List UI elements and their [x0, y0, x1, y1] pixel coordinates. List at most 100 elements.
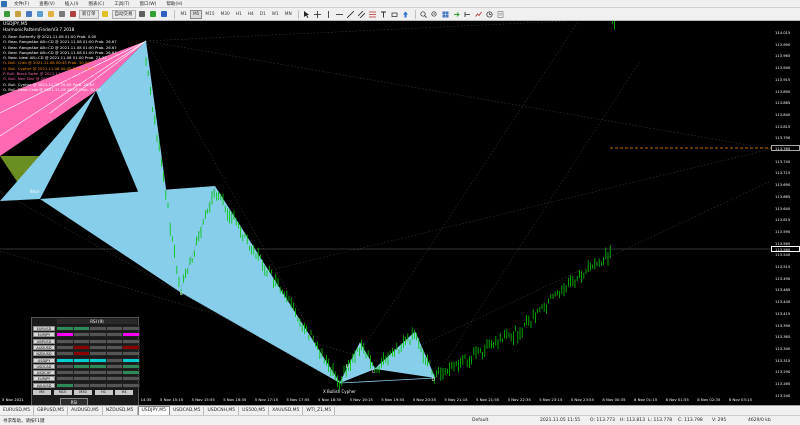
candle-chart-icon[interactable] — [149, 10, 158, 19]
status-low: L: 113.778 — [648, 418, 673, 423]
menu-charts[interactable]: 图表(C) — [84, 1, 110, 7]
chart-window[interactable]: USDJPY,M5 HarmonicPatternFinderV3 7 2018… — [0, 21, 800, 411]
rsi-symbol-label[interactable]: EURJPY — [33, 332, 55, 338]
chart-tab[interactable]: GBPUSD,M5 — [34, 407, 69, 415]
timeframe-m5[interactable]: M5 — [189, 9, 203, 19]
line-chart-icon[interactable] — [160, 10, 169, 19]
rsi-symbol-label[interactable]: USDCAD — [33, 363, 55, 369]
price-label: 113.965 — [775, 54, 791, 59]
chart-tab[interactable]: XAUUSD,M5 — [269, 407, 304, 415]
strategy-tester-icon[interactable] — [68, 10, 77, 19]
rsi-symbol-label[interactable]: USDCHF — [33, 370, 55, 376]
autoscroll-icon[interactable] — [452, 10, 461, 19]
terminal-icon[interactable] — [57, 10, 66, 19]
timeframe-m30[interactable]: M30 — [218, 10, 233, 19]
channel-icon[interactable] — [357, 10, 366, 19]
price-label: 113.740 — [775, 159, 791, 164]
zoom-out-icon[interactable] — [430, 10, 439, 19]
price-label: 113.790 — [775, 136, 791, 141]
projection-line — [434, 60, 641, 379]
toolbar: 新订单 自动交易 M1 M5 M15 M30 H1 H4 D1 W1 MN — [0, 8, 800, 21]
price-label: 113.365 — [775, 335, 791, 340]
vertical-line-icon[interactable] — [324, 10, 333, 19]
price-label: 113.615 — [775, 218, 791, 223]
rsi-timeframe-label: M30 — [74, 390, 92, 395]
profiles-icon[interactable] — [13, 10, 22, 19]
text-tool-icon[interactable] — [379, 10, 388, 19]
time-label: 8 Nov 03:15 — [728, 397, 752, 402]
price-label: 113.515 — [775, 265, 791, 269]
rsi-cell — [105, 363, 124, 369]
navigator-icon[interactable] — [46, 10, 55, 19]
rsi-cell — [72, 338, 91, 344]
fibonacci-icon[interactable] — [368, 10, 377, 19]
rsi-symbol-label[interactable]: USDJPY — [33, 357, 55, 363]
timeframe-mn[interactable]: MN — [282, 10, 295, 19]
menu-insert[interactable]: 插入(I) — [60, 1, 84, 7]
templates-icon[interactable] — [496, 10, 505, 19]
auto-trading-button[interactable]: 自动交易 — [111, 9, 136, 19]
projection-line — [145, 40, 772, 150]
rsi-symbol-label[interactable]: AUDUSD — [33, 344, 55, 350]
chart-tab[interactable]: USDCNH,M5 — [204, 407, 240, 415]
horizontal-line-icon[interactable] — [335, 10, 344, 19]
pattern-list: O. Bear. Butterfly @ 2021.11.08 01:00 Pr… — [3, 34, 117, 92]
new-chart-icon[interactable] — [2, 10, 11, 19]
chart-tab[interactable]: NZDUSD,M5 — [103, 407, 138, 415]
price-label: 113.640 — [775, 206, 791, 211]
periods-icon[interactable] — [485, 10, 494, 19]
bar-chart-icon[interactable] — [138, 10, 147, 19]
rsi-cell — [72, 326, 91, 331]
time-label: 5 Nov 18:35 — [318, 397, 342, 402]
new-order-button[interactable]: 新订单 — [79, 9, 99, 19]
market-watch-icon[interactable] — [24, 10, 33, 19]
rsi-cell — [122, 326, 140, 331]
data-window-icon[interactable] — [35, 10, 44, 19]
cursor-icon[interactable] — [302, 10, 311, 19]
price-label: 113.840 — [775, 112, 791, 117]
rsi-timeframe-label: M5 — [33, 390, 51, 395]
price-scale[interactable]: 114.015 113.990 113.965 113.940 113.915 113.8… — [771, 21, 800, 398]
timeframe-h1[interactable]: H1 — [233, 10, 245, 19]
zoom-in-icon[interactable] — [419, 10, 428, 19]
time-label: 8 Nov 01:15 — [634, 397, 658, 402]
crosshair-icon[interactable] — [313, 10, 322, 19]
timeframe-h4[interactable]: H4 — [245, 10, 257, 19]
indicators-icon[interactable] — [474, 10, 483, 19]
menu-file[interactable]: 文件(F) — [9, 1, 34, 7]
menu-window[interactable]: 窗口(W) — [134, 1, 161, 7]
arrows-tool-icon[interactable] — [401, 10, 410, 19]
rsi-cell — [122, 357, 140, 363]
chart-tab[interactable]: USDCAD,M5 — [170, 407, 205, 415]
rsi-symbol-label[interactable]: NZDUSD — [33, 351, 55, 357]
chart-tab[interactable]: EURUSD,M5 — [0, 407, 35, 415]
rsi-cell — [122, 370, 140, 376]
chart-shift-icon[interactable] — [463, 10, 472, 19]
chart-tab[interactable]: WTI_Z1,M5 — [303, 407, 336, 415]
chart-tab[interactable]: USDJPY,M5 — [137, 406, 170, 415]
menu-help[interactable]: 帮助(H) — [161, 1, 187, 7]
rsi-cell — [89, 351, 107, 357]
time-label: 5 Nov 19:55 — [381, 397, 405, 402]
tile-windows-icon[interactable] — [441, 10, 450, 19]
price-label: 113.590 — [775, 229, 791, 234]
status-close: C: 113.798 — [678, 418, 703, 423]
chart-tab[interactable]: US500,M5 — [239, 407, 270, 415]
timeframe-w1[interactable]: W1 — [269, 10, 282, 19]
trendline-icon[interactable] — [346, 10, 355, 19]
timeframe-m1[interactable]: M1 — [178, 10, 190, 19]
menu-tools[interactable]: 工具(T) — [109, 1, 134, 7]
metaeditor-icon[interactable] — [101, 10, 110, 19]
label-tool-icon[interactable] — [390, 10, 399, 19]
rsi-symbol-label[interactable]: EURUSD — [33, 326, 55, 331]
timeframe-d1[interactable]: D1 — [257, 10, 269, 19]
rsi-symbol-label[interactable]: EURJPY — [33, 376, 55, 382]
rsi-symbol-label[interactable]: GBPUSD — [33, 338, 55, 344]
rsi-symbol-label[interactable]: XAUUSD — [33, 382, 55, 388]
rsi-cell — [122, 344, 140, 350]
timeframe-m15[interactable]: M15 — [202, 10, 217, 19]
menu-view[interactable]: 查看(V) — [34, 1, 60, 7]
price-label: 113.415 — [775, 311, 791, 316]
status-profile[interactable]: Default — [472, 418, 488, 423]
chart-tab[interactable]: AUDUSD,M5 — [68, 407, 103, 415]
